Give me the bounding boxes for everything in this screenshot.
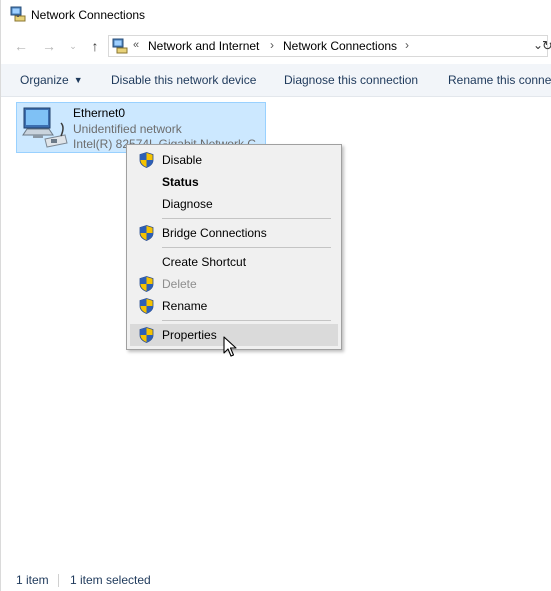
up-arrow-icon[interactable]: ↑ <box>87 38 103 54</box>
menu-item-bridge-connections[interactable]: Bridge Connections <box>130 222 338 244</box>
status-bar: 1 item 1 item selected <box>1 570 551 591</box>
menu-item-label: Status <box>162 175 199 189</box>
organize-label: Organize <box>20 73 69 87</box>
menu-item-label: Diagnose <box>162 197 213 211</box>
selection-count: 1 item selected <box>70 573 151 587</box>
breadcrumb-separator[interactable]: › <box>405 38 409 52</box>
network-connections-window: Network Connections ← → ⌄ ↑ « Network an… <box>0 0 551 591</box>
menu-separator <box>162 247 331 248</box>
address-bar[interactable]: « Network and Internet › Network Connect… <box>108 35 548 57</box>
menu-item-delete: Delete <box>130 273 338 295</box>
menu-item-rename[interactable]: Rename <box>130 295 338 317</box>
breadcrumb-separator[interactable]: › <box>270 38 274 52</box>
rename-connection-button[interactable]: Rename this conne <box>448 73 551 87</box>
menu-item-label: Create Shortcut <box>162 255 247 269</box>
diagnose-connection-button[interactable]: Diagnose this connection <box>284 73 418 87</box>
disable-network-device-button[interactable]: Disable this network device <box>111 73 256 87</box>
menu-item-disable[interactable]: Disable <box>130 149 338 171</box>
menu-separator <box>162 320 331 321</box>
menu-item-label: Properties <box>162 328 217 342</box>
command-bar: Organize ▼ Disable this network device Di… <box>1 64 551 97</box>
overflow-chevron-icon[interactable]: « <box>133 39 139 51</box>
forward-arrow-icon[interactable]: → <box>41 38 57 54</box>
menu-item-label: Rename <box>162 299 208 313</box>
item-count: 1 item <box>16 573 49 587</box>
chevron-down-icon[interactable]: ⌄ <box>65 38 81 54</box>
menu-separator <box>162 218 331 219</box>
uac-shield-icon <box>139 327 154 343</box>
back-arrow-icon[interactable]: ← <box>13 38 29 54</box>
breadcrumb-network-and-internet[interactable]: Network and Internet <box>148 39 259 53</box>
ethernet-adapter-icon <box>22 107 68 148</box>
mouse-pointer-icon <box>223 336 237 357</box>
uac-shield-icon <box>139 276 154 292</box>
organize-button[interactable]: Organize ▼ <box>20 73 83 87</box>
menu-item-label: Disable <box>162 153 203 167</box>
window-title: Network Connections <box>31 8 146 22</box>
navigation-bar: ← → ⌄ ↑ « Network and Internet › Network… <box>1 34 551 60</box>
connection-status: Unidentified network <box>73 122 182 136</box>
title-bar: Network Connections <box>1 0 551 30</box>
network-connections-icon <box>10 6 26 22</box>
connection-name: Ethernet0 <box>73 106 126 120</box>
menu-item-create-shortcut[interactable]: Create Shortcut <box>130 251 338 273</box>
menu-item-diagnose[interactable]: Diagnose <box>130 193 338 215</box>
context-menu: Disable Status Diagnose Bridge Connectio… <box>126 144 342 350</box>
uac-shield-icon <box>139 152 154 168</box>
uac-shield-icon <box>139 225 154 241</box>
refresh-icon[interactable]: ↻ <box>542 38 551 54</box>
uac-shield-icon <box>139 298 154 314</box>
status-divider <box>58 574 59 587</box>
menu-item-label: Bridge Connections <box>162 226 267 240</box>
caret-down-icon: ▼ <box>73 75 83 85</box>
network-folder-icon <box>112 38 128 54</box>
menu-item-status[interactable]: Status <box>130 171 338 193</box>
breadcrumb-network-connections[interactable]: Network Connections <box>283 39 397 53</box>
menu-item-label: Delete <box>162 277 197 291</box>
